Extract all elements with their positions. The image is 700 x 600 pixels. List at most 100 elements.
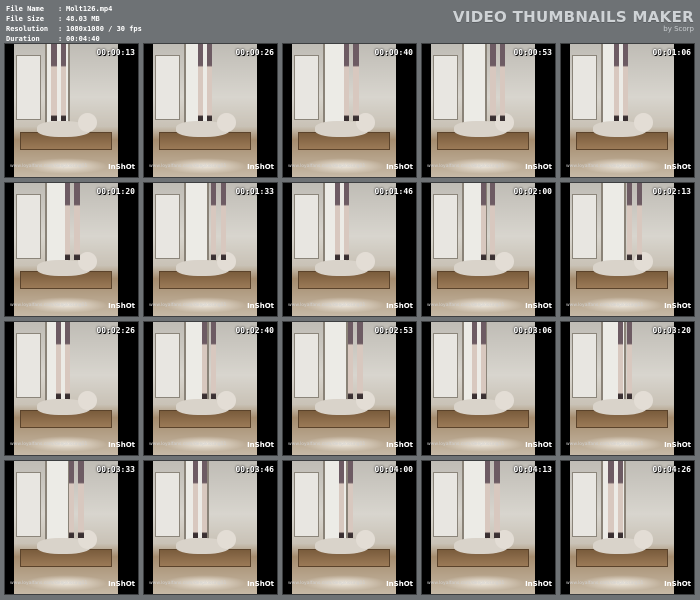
watermark-text: www.loyalfans.com/deepkissing11: [427, 303, 505, 308]
timestamp: 00:03:33: [96, 465, 135, 474]
timestamp: 00:03:20: [652, 326, 691, 335]
thumbnail[interactable]: 00:03:06 www.loyalfans.com/deepkissing11 I…: [421, 321, 556, 456]
thumbnail[interactable]: 00:03:33 www.loyalfans.com/deepkissing11 I…: [4, 460, 139, 595]
file-size-value: 48.03 MB: [66, 15, 100, 23]
thumbnail[interactable]: 00:01:33 www.loyalfans.com/deepkissing11 I…: [143, 182, 278, 317]
watermark-text: www.loyalfans.com/deepkissing11: [427, 581, 505, 586]
watermark-text: www.loyalfans.com/deepkissing11: [10, 164, 88, 169]
thumbnail-image: [5, 183, 138, 316]
thumbnail[interactable]: 00:00:26 www.loyalfans.com/deepkissing11 I…: [143, 43, 278, 178]
watermark-text: www.loyalfans.com/deepkissing11: [149, 442, 227, 447]
thumbnail[interactable]: 00:02:13 www.loyalfans.com/deepkissing11 I…: [560, 182, 695, 317]
watermark-text: www.loyalfans.com/deepkissing11: [288, 303, 366, 308]
thumbnail-image: [144, 183, 277, 316]
watermark-text: www.loyalfans.com/deepkissing11: [10, 442, 88, 447]
separator: :: [58, 5, 63, 13]
inshot-logo: InShOt: [386, 441, 413, 449]
watermark-text: www.loyalfans.com/deepkissing11: [427, 442, 505, 447]
timestamp: 00:02:00: [513, 187, 552, 196]
thumbnail[interactable]: 00:03:20 www.loyalfans.com/deepkissing11 I…: [560, 321, 695, 456]
timestamp: 00:00:13: [96, 48, 135, 57]
inshot-logo: InShOt: [525, 580, 552, 588]
separator: :: [58, 25, 63, 33]
thumbnail-image: [5, 44, 138, 177]
watermark-text: www.loyalfans.com/deepkissing11: [427, 164, 505, 169]
timestamp: 00:03:46: [235, 465, 274, 474]
file-name-row: File Name : Molt126.mp4: [6, 4, 142, 14]
file-name-label: File Name: [6, 5, 44, 13]
thumbnail[interactable]: 00:00:40 www.loyalfans.com/deepkissing11 I…: [282, 43, 417, 178]
thumbnail[interactable]: 00:02:53 www.loyalfans.com/deepkissing11 I…: [282, 321, 417, 456]
file-name-value: Molt126.mp4: [66, 5, 113, 13]
resolution-value: 1080x1080 / 30 fps: [66, 25, 142, 33]
watermark-text: www.loyalfans.com/deepkissing11: [566, 581, 644, 586]
timestamp: 00:02:40: [235, 326, 274, 335]
timestamp: 00:02:53: [374, 326, 413, 335]
brand-title: VIDEO THUMBNAILS MAKER: [452, 8, 694, 26]
thumbnail[interactable]: 00:04:26 www.loyalfans.com/deepkissing11 I…: [560, 460, 695, 595]
thumbnail[interactable]: 00:02:40 www.loyalfans.com/deepkissing11 I…: [143, 321, 278, 456]
file-info: File Name : Molt126.mp4 File Size : 48.0…: [6, 4, 142, 44]
file-size-row: File Size : 48.03 MB: [6, 14, 142, 24]
inshot-logo: InShOt: [386, 163, 413, 171]
timestamp: 00:01:06: [652, 48, 691, 57]
thumbnail-image: [561, 183, 694, 316]
inshot-logo: InShOt: [386, 580, 413, 588]
thumbnail-grid: 00:00:13 www.loyalfans.com/deepkissing11 I…: [4, 43, 695, 595]
thumbnail-image: [422, 183, 555, 316]
timestamp: 00:01:46: [374, 187, 413, 196]
thumbnail-image: [283, 322, 416, 455]
inshot-logo: InShOt: [664, 302, 691, 310]
thumbnail[interactable]: 00:04:13 www.loyalfans.com/deepkissing11 I…: [421, 460, 556, 595]
inshot-logo: InShOt: [664, 163, 691, 171]
thumbnail[interactable]: 00:00:53 www.loyalfans.com/deepkissing11 I…: [421, 43, 556, 178]
inshot-logo: InShOt: [525, 441, 552, 449]
resolution-row: Resolution : 1080x1080 / 30 fps: [6, 24, 142, 34]
watermark-text: www.loyalfans.com/deepkissing11: [288, 164, 366, 169]
timestamp: 00:01:33: [235, 187, 274, 196]
watermark-text: www.loyalfans.com/deepkissing11: [149, 303, 227, 308]
brand-subtitle: by Scorp: [663, 25, 694, 33]
watermark-text: www.loyalfans.com/deepkissing11: [149, 581, 227, 586]
timestamp: 00:00:26: [235, 48, 274, 57]
thumbnail[interactable]: 00:01:06 www.loyalfans.com/deepkissing11 I…: [560, 43, 695, 178]
separator: :: [58, 15, 63, 23]
inshot-logo: InShOt: [664, 580, 691, 588]
thumbnail-image: [144, 322, 277, 455]
thumbnail-image: [283, 44, 416, 177]
timestamp: 00:04:13: [513, 465, 552, 474]
thumbnail-image: [5, 322, 138, 455]
inshot-logo: InShOt: [108, 302, 135, 310]
inshot-logo: InShOt: [108, 163, 135, 171]
watermark-text: www.loyalfans.com/deepkissing11: [566, 164, 644, 169]
thumbnail[interactable]: 00:01:20 www.loyalfans.com/deepkissing11 I…: [4, 182, 139, 317]
watermark-text: www.loyalfans.com/deepkissing11: [288, 581, 366, 586]
timestamp: 00:03:06: [513, 326, 552, 335]
thumbnail-image: [422, 44, 555, 177]
thumbnail[interactable]: 00:02:26 www.loyalfans.com/deepkissing11 I…: [4, 321, 139, 456]
inshot-logo: InShOt: [108, 441, 135, 449]
watermark-text: www.loyalfans.com/deepkissing11: [566, 303, 644, 308]
inshot-logo: InShOt: [108, 580, 135, 588]
thumbnail[interactable]: 00:00:13 www.loyalfans.com/deepkissing11 I…: [4, 43, 139, 178]
thumbnail-image: [561, 461, 694, 594]
thumbnail[interactable]: 00:03:46 www.loyalfans.com/deepkissing11 I…: [143, 460, 278, 595]
watermark-text: www.loyalfans.com/deepkissing11: [288, 442, 366, 447]
thumbnail-image: [144, 461, 277, 594]
inshot-logo: InShOt: [386, 302, 413, 310]
watermark-text: www.loyalfans.com/deepkissing11: [10, 581, 88, 586]
timestamp: 00:00:40: [374, 48, 413, 57]
thumbnail[interactable]: 00:02:00 www.loyalfans.com/deepkissing11 I…: [421, 182, 556, 317]
thumbnail[interactable]: 00:01:46 www.loyalfans.com/deepkissing11 I…: [282, 182, 417, 317]
thumbnail-image: [283, 461, 416, 594]
timestamp: 00:01:20: [96, 187, 135, 196]
thumbnail-image: [5, 461, 138, 594]
thumbnail-image: [283, 183, 416, 316]
timestamp: 00:00:53: [513, 48, 552, 57]
watermark-text: www.loyalfans.com/deepkissing11: [566, 442, 644, 447]
thumbnail[interactable]: 00:04:00 www.loyalfans.com/deepkissing11 I…: [282, 460, 417, 595]
timestamp: 00:04:26: [652, 465, 691, 474]
resolution-label: Resolution: [6, 25, 49, 33]
inshot-logo: InShOt: [247, 580, 274, 588]
timestamp: 00:02:26: [96, 326, 135, 335]
